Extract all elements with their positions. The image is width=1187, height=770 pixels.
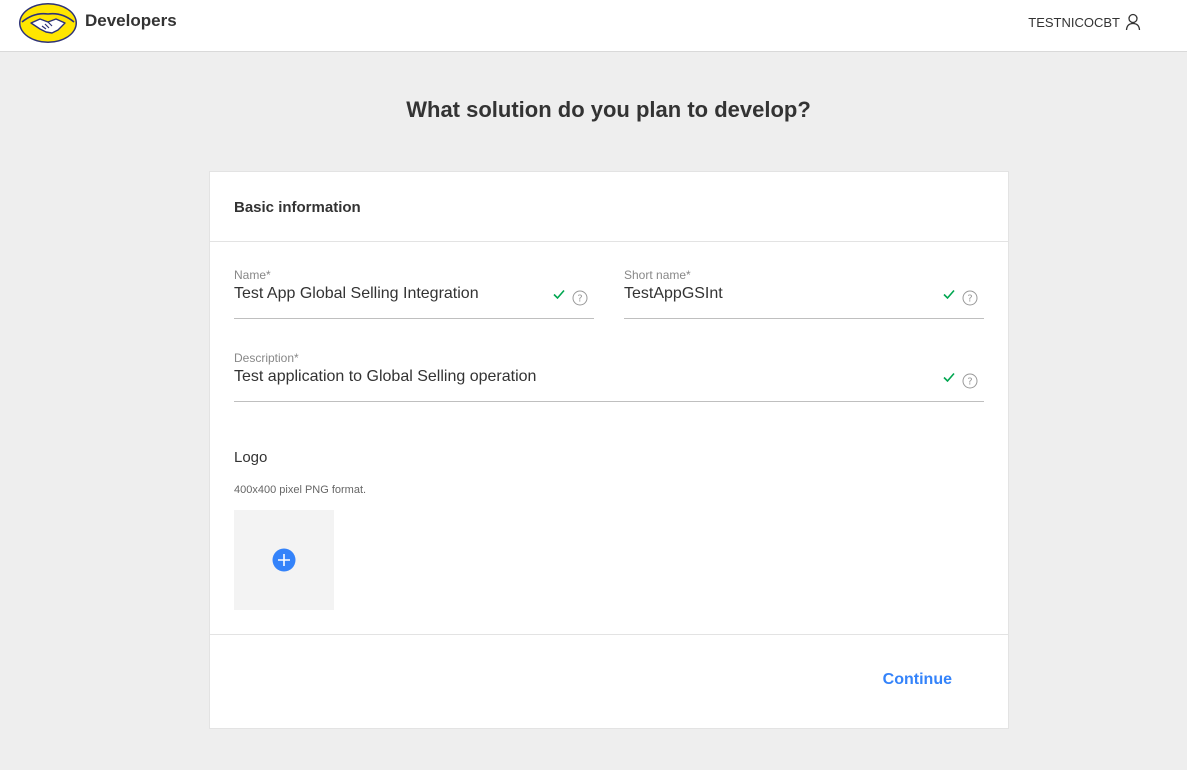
page-title: What solution do you plan to develop? (406, 97, 811, 122)
logo-upload-button[interactable] (234, 510, 334, 610)
svg-text:?: ? (577, 294, 582, 305)
name-input[interactable]: Test App Global Selling Integration (234, 285, 479, 303)
svg-text:?: ? (967, 294, 972, 305)
check-icon (943, 372, 955, 383)
short-name-field[interactable]: Short name* TestAppGSInt ? (624, 268, 984, 319)
user-name: TESTNICOCBT (1028, 14, 1120, 30)
description-field[interactable]: Description* Test application to Global … (234, 351, 984, 402)
check-icon (553, 289, 565, 300)
help-icon[interactable]: ? (962, 290, 978, 306)
logo-title: Logo (234, 449, 268, 466)
short-name-label: Short name* (624, 268, 691, 282)
help-icon[interactable]: ? (962, 373, 978, 389)
brand-name: Developers (85, 11, 177, 30)
basic-information-card: Basic information Name* Test App Global … (209, 171, 1009, 729)
section-title: Basic information (210, 172, 1008, 242)
name-label: Name* (234, 268, 271, 282)
svg-text:?: ? (967, 377, 972, 388)
continue-button[interactable]: Continue (883, 671, 952, 689)
description-label: Description* (234, 351, 299, 365)
brand-logo[interactable]: Developers (18, 2, 177, 44)
help-icon[interactable]: ? (572, 290, 588, 306)
footer-divider (210, 634, 1008, 635)
logo-hint: 400x400 pixel PNG format. (234, 484, 367, 496)
top-bar: Developers TESTNICOCBT (0, 0, 1187, 52)
short-name-input[interactable]: TestAppGSInt (624, 285, 723, 303)
plus-icon (272, 548, 296, 572)
description-input[interactable]: Test application to Global Selling opera… (234, 368, 536, 386)
name-field[interactable]: Name* Test App Global Selling Integratio… (234, 268, 594, 319)
check-icon (943, 289, 955, 300)
user-icon (1125, 13, 1141, 31)
user-menu[interactable]: TESTNICOCBT (1028, 13, 1141, 31)
handshake-logo-icon (19, 3, 77, 43)
